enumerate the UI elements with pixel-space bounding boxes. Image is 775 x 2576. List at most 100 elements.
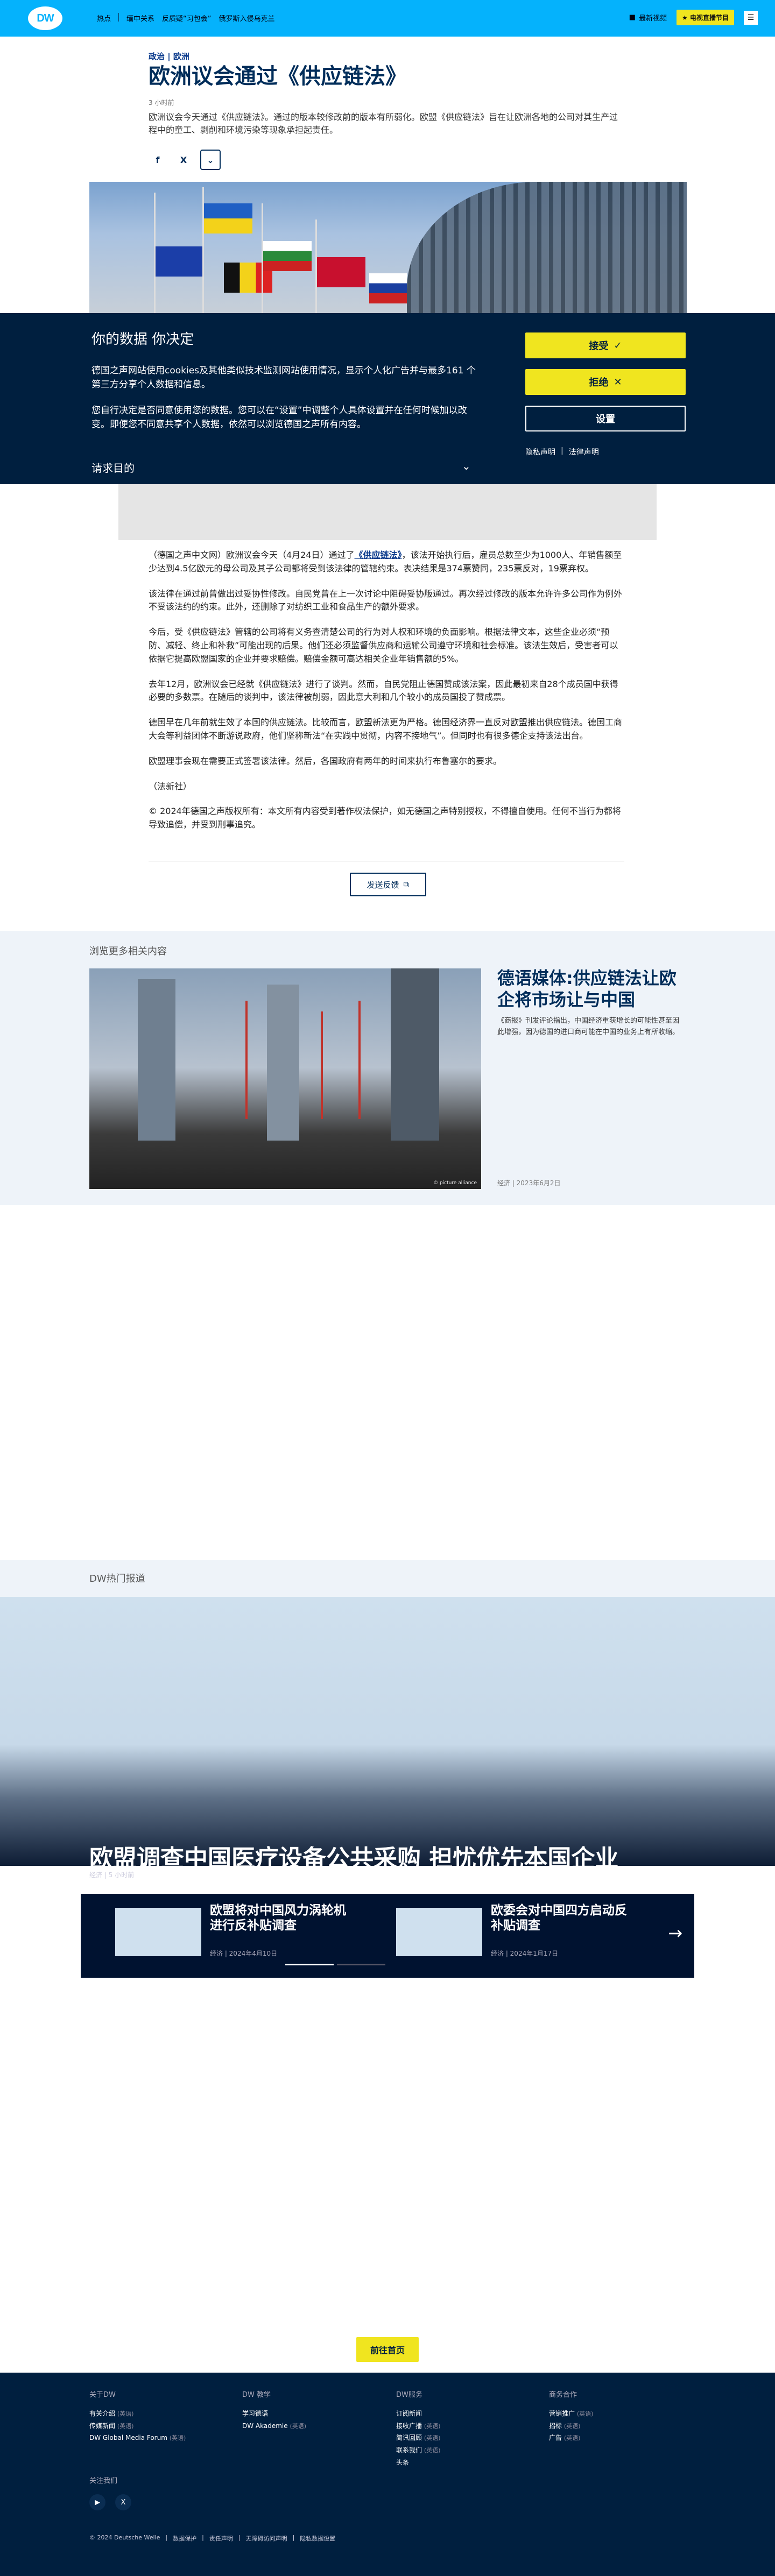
cookie-accept-button[interactable]: 接受 ✓ bbox=[525, 332, 686, 358]
trending-meta: 经济 | 5 小时前 bbox=[89, 1871, 135, 1879]
latest-video-label: 最新视频 bbox=[639, 15, 667, 23]
dw-logo[interactable]: DW bbox=[28, 6, 62, 30]
home-button[interactable]: 前往首页 bbox=[356, 2337, 419, 2362]
chevron-down-icon[interactable]: ⌄ bbox=[462, 459, 471, 472]
footer-link[interactable]: 营销推广 (英语) bbox=[549, 2408, 689, 2420]
footer-link[interactable]: DW Global Media Forum (英语) bbox=[89, 2432, 229, 2444]
trending-title[interactable]: 欧盟调查中国医疗设备公共采购 担忧优先本国企业 bbox=[89, 1839, 618, 1873]
parliament-building bbox=[407, 182, 687, 313]
footer-link[interactable]: DW Akademie (英语) bbox=[242, 2420, 382, 2432]
carousel-card[interactable]: 欧委会对中国四方启动反补贴调查 经济 | 2024年1月17日 bbox=[396, 1903, 665, 1957]
footer-link[interactable]: 招标 (英语) bbox=[549, 2420, 689, 2432]
related-meta: 经济 | 2023年6月2日 bbox=[497, 1179, 561, 1187]
footer-bottom-link[interactable]: 数据保护 bbox=[173, 2534, 196, 2543]
carousel-progress bbox=[285, 1964, 385, 1965]
cookie-legal-links: 隐私声明 | 法律声明 bbox=[525, 447, 599, 457]
nav-item-xi[interactable]: 反质疑“习包会” bbox=[162, 13, 211, 23]
footer-bottom-link[interactable]: 责任声明 bbox=[209, 2534, 233, 2543]
x-icon[interactable]: X bbox=[115, 2494, 131, 2510]
footer-link[interactable]: 学习德语 bbox=[242, 2408, 382, 2420]
footer-link[interactable]: 传媒新闻 (英语) bbox=[89, 2420, 229, 2432]
related-title[interactable]: 德语媒体:供应链法让欧企将市场让与中国 bbox=[497, 967, 680, 1010]
footer-col-services: DW服务 订阅新闻 接收广播 (英语) 简讯回顾 (英语) 联系我们 (英语) … bbox=[396, 2389, 536, 2469]
feedback-button[interactable]: 发送反馈 ⧉ bbox=[350, 873, 426, 896]
latest-video-button[interactable]: ■ 最新视频 bbox=[629, 12, 667, 23]
related-section: 浏览更多相关内容 © picture alliance 德语媒体:供应链法让欧企… bbox=[0, 931, 775, 1205]
card-meta: 经济 | 2024年1月17日 bbox=[491, 1950, 559, 1957]
card-title: 欧委会对中国四方启动反补贴调查 bbox=[491, 1903, 627, 1933]
facebook-icon[interactable]: f bbox=[149, 151, 167, 169]
top-nav: 热点 缅中关系 反质疑“习包会” 俄罗斯入侵乌克兰 bbox=[97, 13, 275, 23]
footer-link[interactable]: 简讯回顾 (英语) bbox=[396, 2432, 536, 2444]
eu-flag bbox=[156, 246, 204, 277]
body-paragraph: 欧盟理事会现在需要正式签署该法律。然后，各国政府有两年的时间来执行布鲁塞尔的要求… bbox=[149, 755, 502, 766]
article-time: 3 小时前 bbox=[149, 99, 174, 107]
article-kicker[interactable]: 政治 | 欧洲 bbox=[149, 51, 624, 62]
footer-link[interactable]: 有关介绍 (英语) bbox=[89, 2408, 229, 2420]
share-more-icon[interactable]: ⌄ bbox=[200, 150, 221, 170]
cookie-title: 你的数据 你决定 bbox=[91, 331, 194, 348]
privacy-link[interactable]: 隐私声明 bbox=[525, 447, 555, 457]
body-text: （德国之声中文网）欧洲议会今天（4月24日）通过了 bbox=[149, 550, 355, 560]
header-actions: ■ 最新视频 ★ 电视直播节目 ☰ bbox=[629, 10, 758, 25]
close-icon: ✕ bbox=[614, 376, 622, 388]
hero-image bbox=[89, 182, 687, 313]
copyright-notice: © 2024年德国之声版权所有：本文所有内容受到著作权法保护，如无德国之声特别授… bbox=[149, 806, 621, 830]
footer-col-business: 商务合作 营销推广 (英语) 招标 (英语) 广告 (英语) bbox=[549, 2389, 689, 2444]
trending-carousel: 欧盟将对中国风力涡轮机进行反补贴调查 经济 | 2024年4月10日 欧委会对中… bbox=[81, 1894, 694, 1978]
cookie-text-1: 德国之声网站使用cookies及其他类似技术监测网站使用情况，显示个人化广告并与… bbox=[91, 365, 476, 391]
footer-col-title: DW服务 bbox=[396, 2391, 422, 2399]
article-lead: 欧洲议会今天通过《供应链法》。通过的版本较修改前的版本有所弱化。欧盟《供应链法》… bbox=[149, 112, 618, 135]
footer-link[interactable]: 接收广播 (英语) bbox=[396, 2420, 536, 2432]
nav-divider bbox=[118, 13, 119, 22]
body-paragraph: 去年12月，欧洲议会已经就《供应链法》进行了谈判。然而，自民党阻止德国赞成该法案… bbox=[149, 678, 618, 703]
footer-link[interactable]: 订阅新闻 bbox=[396, 2408, 536, 2420]
footer-bottom-link[interactable]: 无障碍访问声明 bbox=[246, 2534, 287, 2543]
nav-item-ukraine[interactable]: 俄罗斯入侵乌克兰 bbox=[219, 13, 275, 23]
article-title: 欧洲议会通过《供应链法》 bbox=[149, 64, 407, 89]
cookie-text-2: 您自行决定是否同意使用您的数据。您可以在“设置”中调整个人具体设置并在任何时候加… bbox=[91, 405, 467, 430]
nav-item-myanmar[interactable]: 缅中关系 bbox=[126, 13, 154, 23]
body-paragraph: （法新社） bbox=[149, 781, 192, 791]
cookie-banner: 你的数据 你决定 德国之声网站使用cookies及其他类似技术监测网站使用情况，… bbox=[0, 313, 775, 484]
footer-link[interactable]: 头条 bbox=[396, 2457, 536, 2469]
related-image[interactable]: © picture alliance bbox=[89, 968, 481, 1189]
footer-col-about: 关于DW 有关介绍 (英语) 传媒新闻 (英语) DW Global Media… bbox=[89, 2389, 229, 2444]
footer-link[interactable]: 联系我们 (英语) bbox=[396, 2444, 536, 2457]
arrow-right-icon[interactable]: → bbox=[668, 1923, 682, 1943]
card-thumbnail bbox=[115, 1908, 201, 1956]
related-label: 浏览更多相关内容 bbox=[89, 946, 167, 957]
check-icon: ✓ bbox=[614, 339, 622, 351]
carousel-card[interactable]: 欧盟将对中国风力涡轮机进行反补贴调查 经济 | 2024年4月10日 bbox=[115, 1903, 384, 1957]
body-paragraph: （德国之声中文网）欧洲议会今天（4月24日）通过了《供应链法》，该法开始执行后，… bbox=[149, 549, 624, 576]
footer-col-title: 商务合作 bbox=[549, 2391, 577, 2399]
legal-notice-link[interactable]: 法律声明 bbox=[569, 447, 599, 457]
body-paragraph: 德国早在几年前就生效了本国的供应链法。比较而言，欧盟新法更为严格。德国经济界一直… bbox=[149, 717, 623, 741]
x-icon[interactable]: X bbox=[174, 151, 193, 169]
footer-col-title: DW 教学 bbox=[242, 2391, 271, 2399]
trending-hero[interactable]: 欧盟调查中国医疗设备公共采购 担忧优先本国企业 经济 | 5 小时前 bbox=[0, 1597, 775, 1879]
cookie-purpose-toggle[interactable]: 请求目的 bbox=[91, 459, 135, 475]
live-tv-button[interactable]: ★ 电视直播节目 bbox=[677, 10, 734, 25]
card-thumbnail bbox=[396, 1908, 482, 1956]
top-bar: DW 热点 缅中关系 反质疑“习包会” 俄罗斯入侵乌克兰 ■ 最新视频 ★ 电视… bbox=[0, 0, 775, 37]
footer: 关于DW 有关介绍 (英语) 传媒新闻 (英语) DW Global Media… bbox=[0, 2373, 775, 2576]
ad-placeholder bbox=[118, 484, 657, 540]
footer-link[interactable]: 广告 (英语) bbox=[549, 2432, 689, 2444]
nav-item-hot[interactable]: 热点 bbox=[97, 13, 111, 23]
card-title: 欧盟将对中国风力涡轮机进行反补贴调查 bbox=[210, 1903, 346, 1933]
cookie-settings-button[interactable]: 设置 bbox=[525, 406, 686, 431]
accept-label: 接受 bbox=[589, 341, 609, 352]
follow-label: 关注我们 bbox=[89, 2477, 118, 2485]
legal-separator: | bbox=[561, 447, 563, 455]
denmark-flag bbox=[317, 257, 365, 287]
supply-chain-law-link[interactable]: 《供应链法》 bbox=[355, 550, 402, 560]
cookie-reject-button[interactable]: 拒绝 ✕ bbox=[525, 369, 686, 395]
footer-bottom-link[interactable]: 隐私数据设置 bbox=[300, 2534, 335, 2543]
settings-label: 设置 bbox=[596, 414, 615, 425]
youtube-icon[interactable]: ▶ bbox=[89, 2494, 105, 2510]
bulgaria-flag bbox=[263, 241, 312, 271]
social-links: ▶ X bbox=[89, 2494, 131, 2510]
feedback-label: 发送反馈 bbox=[367, 880, 399, 890]
menu-icon[interactable]: ☰ bbox=[744, 10, 758, 25]
